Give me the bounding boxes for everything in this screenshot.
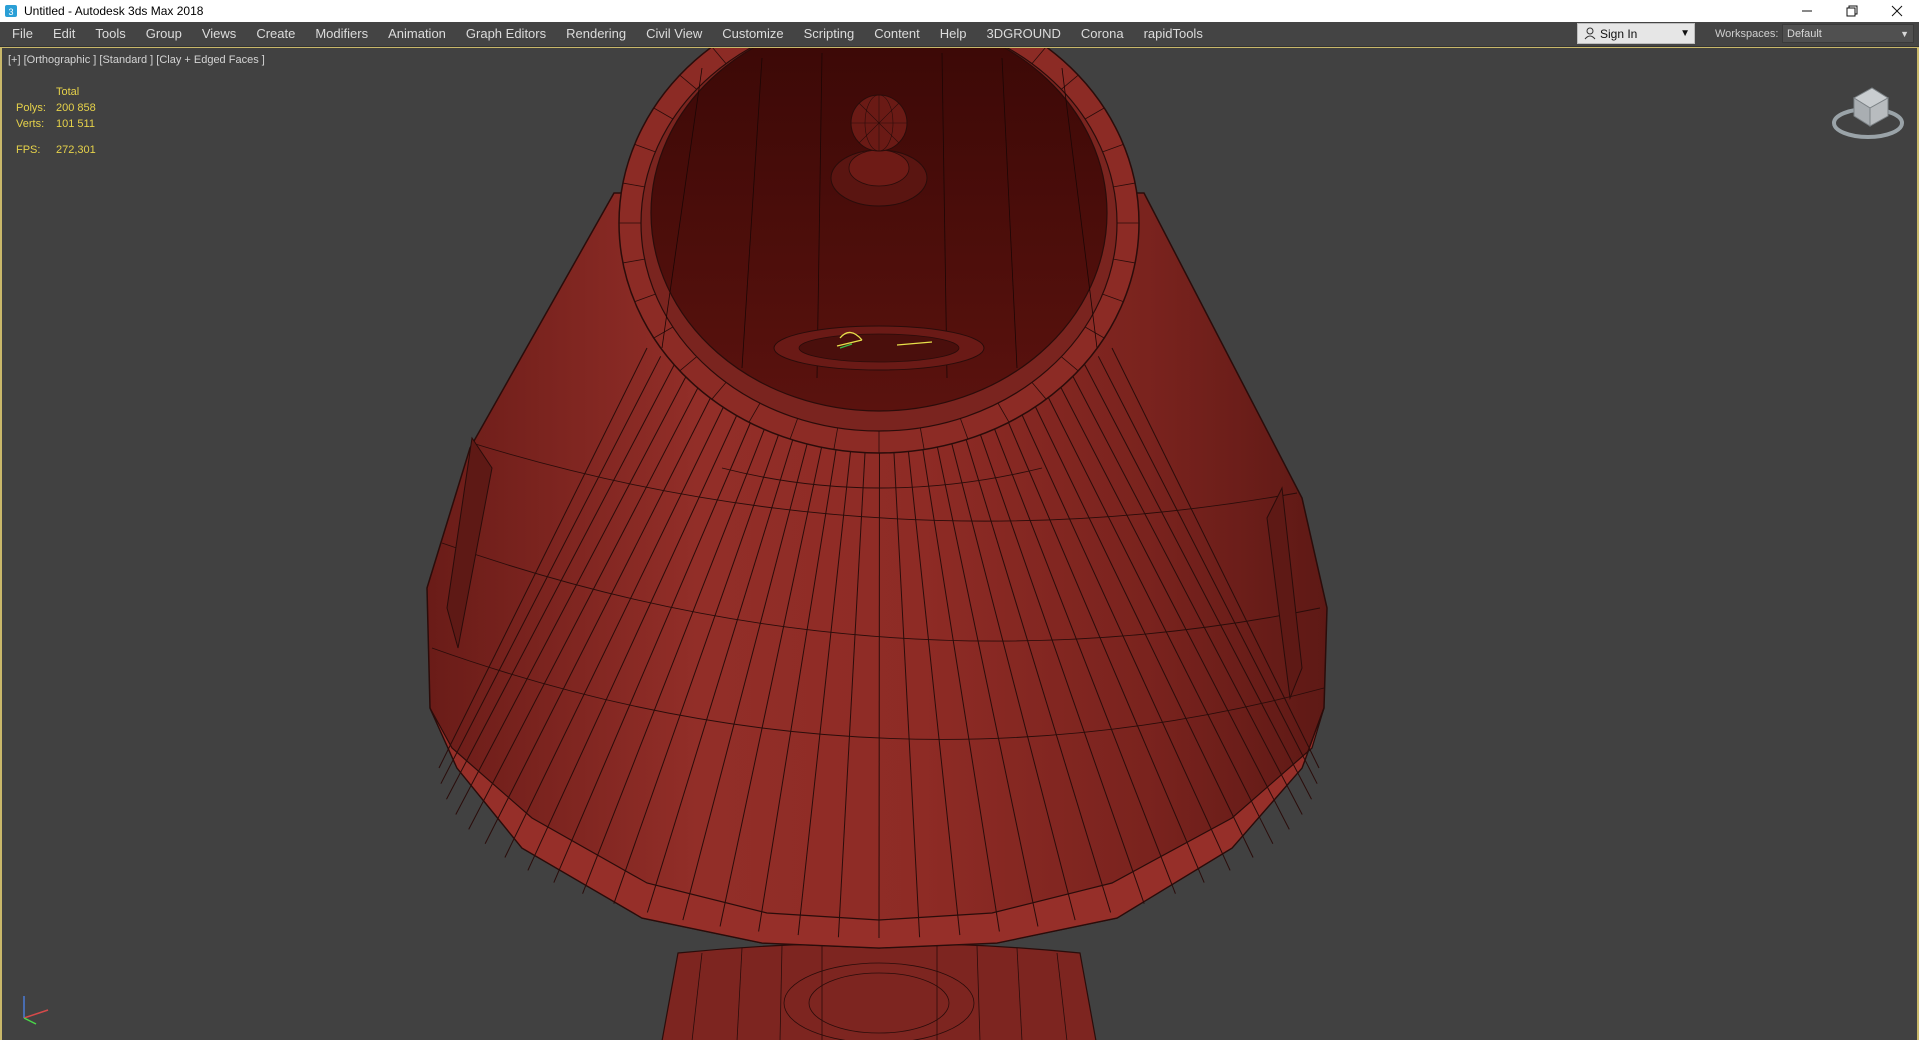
viewport-label[interactable]: [+] [Orthographic ] [Standard ] [Clay + … (8, 54, 265, 66)
workspaces-label: Workspaces: (1715, 28, 1779, 40)
menu-3dground[interactable]: 3DGROUND (977, 22, 1071, 46)
title-bar: 3 Untitled - Autodesk 3ds Max 2018 (0, 0, 1919, 22)
sign-in-label: Sign In (1600, 26, 1638, 41)
workspaces-value: Default (1787, 28, 1822, 40)
menu-bar: File Edit Tools Group Views Create Modif… (0, 22, 1919, 47)
fps-value: 272,301 (56, 144, 96, 156)
viewport[interactable]: [+] [Orthographic ] [Standard ] [Clay + … (0, 47, 1919, 1040)
workspaces-select[interactable]: Default ▼ (1782, 24, 1914, 43)
viewport-stats: Total Polys: 200 858 Verts: 101 511 FPS: 27… (16, 84, 96, 158)
axis-tripod-icon (23, 996, 49, 1025)
polys-label: Polys: (16, 102, 46, 114)
chevron-down-icon: ▼ (1900, 29, 1909, 39)
menu-content[interactable]: Content (864, 22, 930, 46)
minimize-icon[interactable] (1784, 0, 1829, 22)
menu-views[interactable]: Views (192, 22, 246, 46)
menu-customize[interactable]: Customize (712, 22, 793, 46)
user-icon (1584, 27, 1596, 40)
sign-in-button[interactable]: Sign In ▼ (1577, 23, 1695, 44)
menu-group[interactable]: Group (136, 22, 192, 46)
menu-create[interactable]: Create (246, 22, 305, 46)
verts-value: 101 511 (56, 118, 95, 130)
lampshade-model[interactable] (2, 48, 1917, 1040)
verts-label: Verts: (16, 118, 45, 130)
menu-scripting[interactable]: Scripting (794, 22, 865, 46)
fps-label: FPS: (16, 144, 41, 156)
3dsmax-icon[interactable]: 3 (4, 4, 18, 18)
pleat-line (878, 437, 880, 939)
menu-rapidtools[interactable]: rapidTools (1134, 22, 1213, 46)
polys-value: 200 858 (56, 102, 96, 114)
restore-icon[interactable] (1829, 0, 1874, 22)
menu-help[interactable]: Help (930, 22, 977, 46)
viewcube-icon[interactable] (1828, 78, 1908, 148)
chevron-down-icon: ▼ (1680, 28, 1690, 39)
menu-edit[interactable]: Edit (43, 22, 85, 46)
menu-file[interactable]: File (0, 22, 43, 46)
stats-header: Total (56, 86, 80, 98)
window-title: Untitled - Autodesk 3ds Max 2018 (24, 4, 204, 18)
menu-animation[interactable]: Animation (378, 22, 456, 46)
menu-modifiers[interactable]: Modifiers (305, 22, 378, 46)
menu-civil-view[interactable]: Civil View (636, 22, 712, 46)
svg-text:3: 3 (8, 7, 13, 17)
menu-tools[interactable]: Tools (85, 22, 135, 46)
menu-corona[interactable]: Corona (1071, 22, 1134, 46)
menu-graph-editors[interactable]: Graph Editors (456, 22, 556, 46)
close-icon[interactable] (1874, 0, 1919, 22)
menu-rendering[interactable]: Rendering (556, 22, 636, 46)
